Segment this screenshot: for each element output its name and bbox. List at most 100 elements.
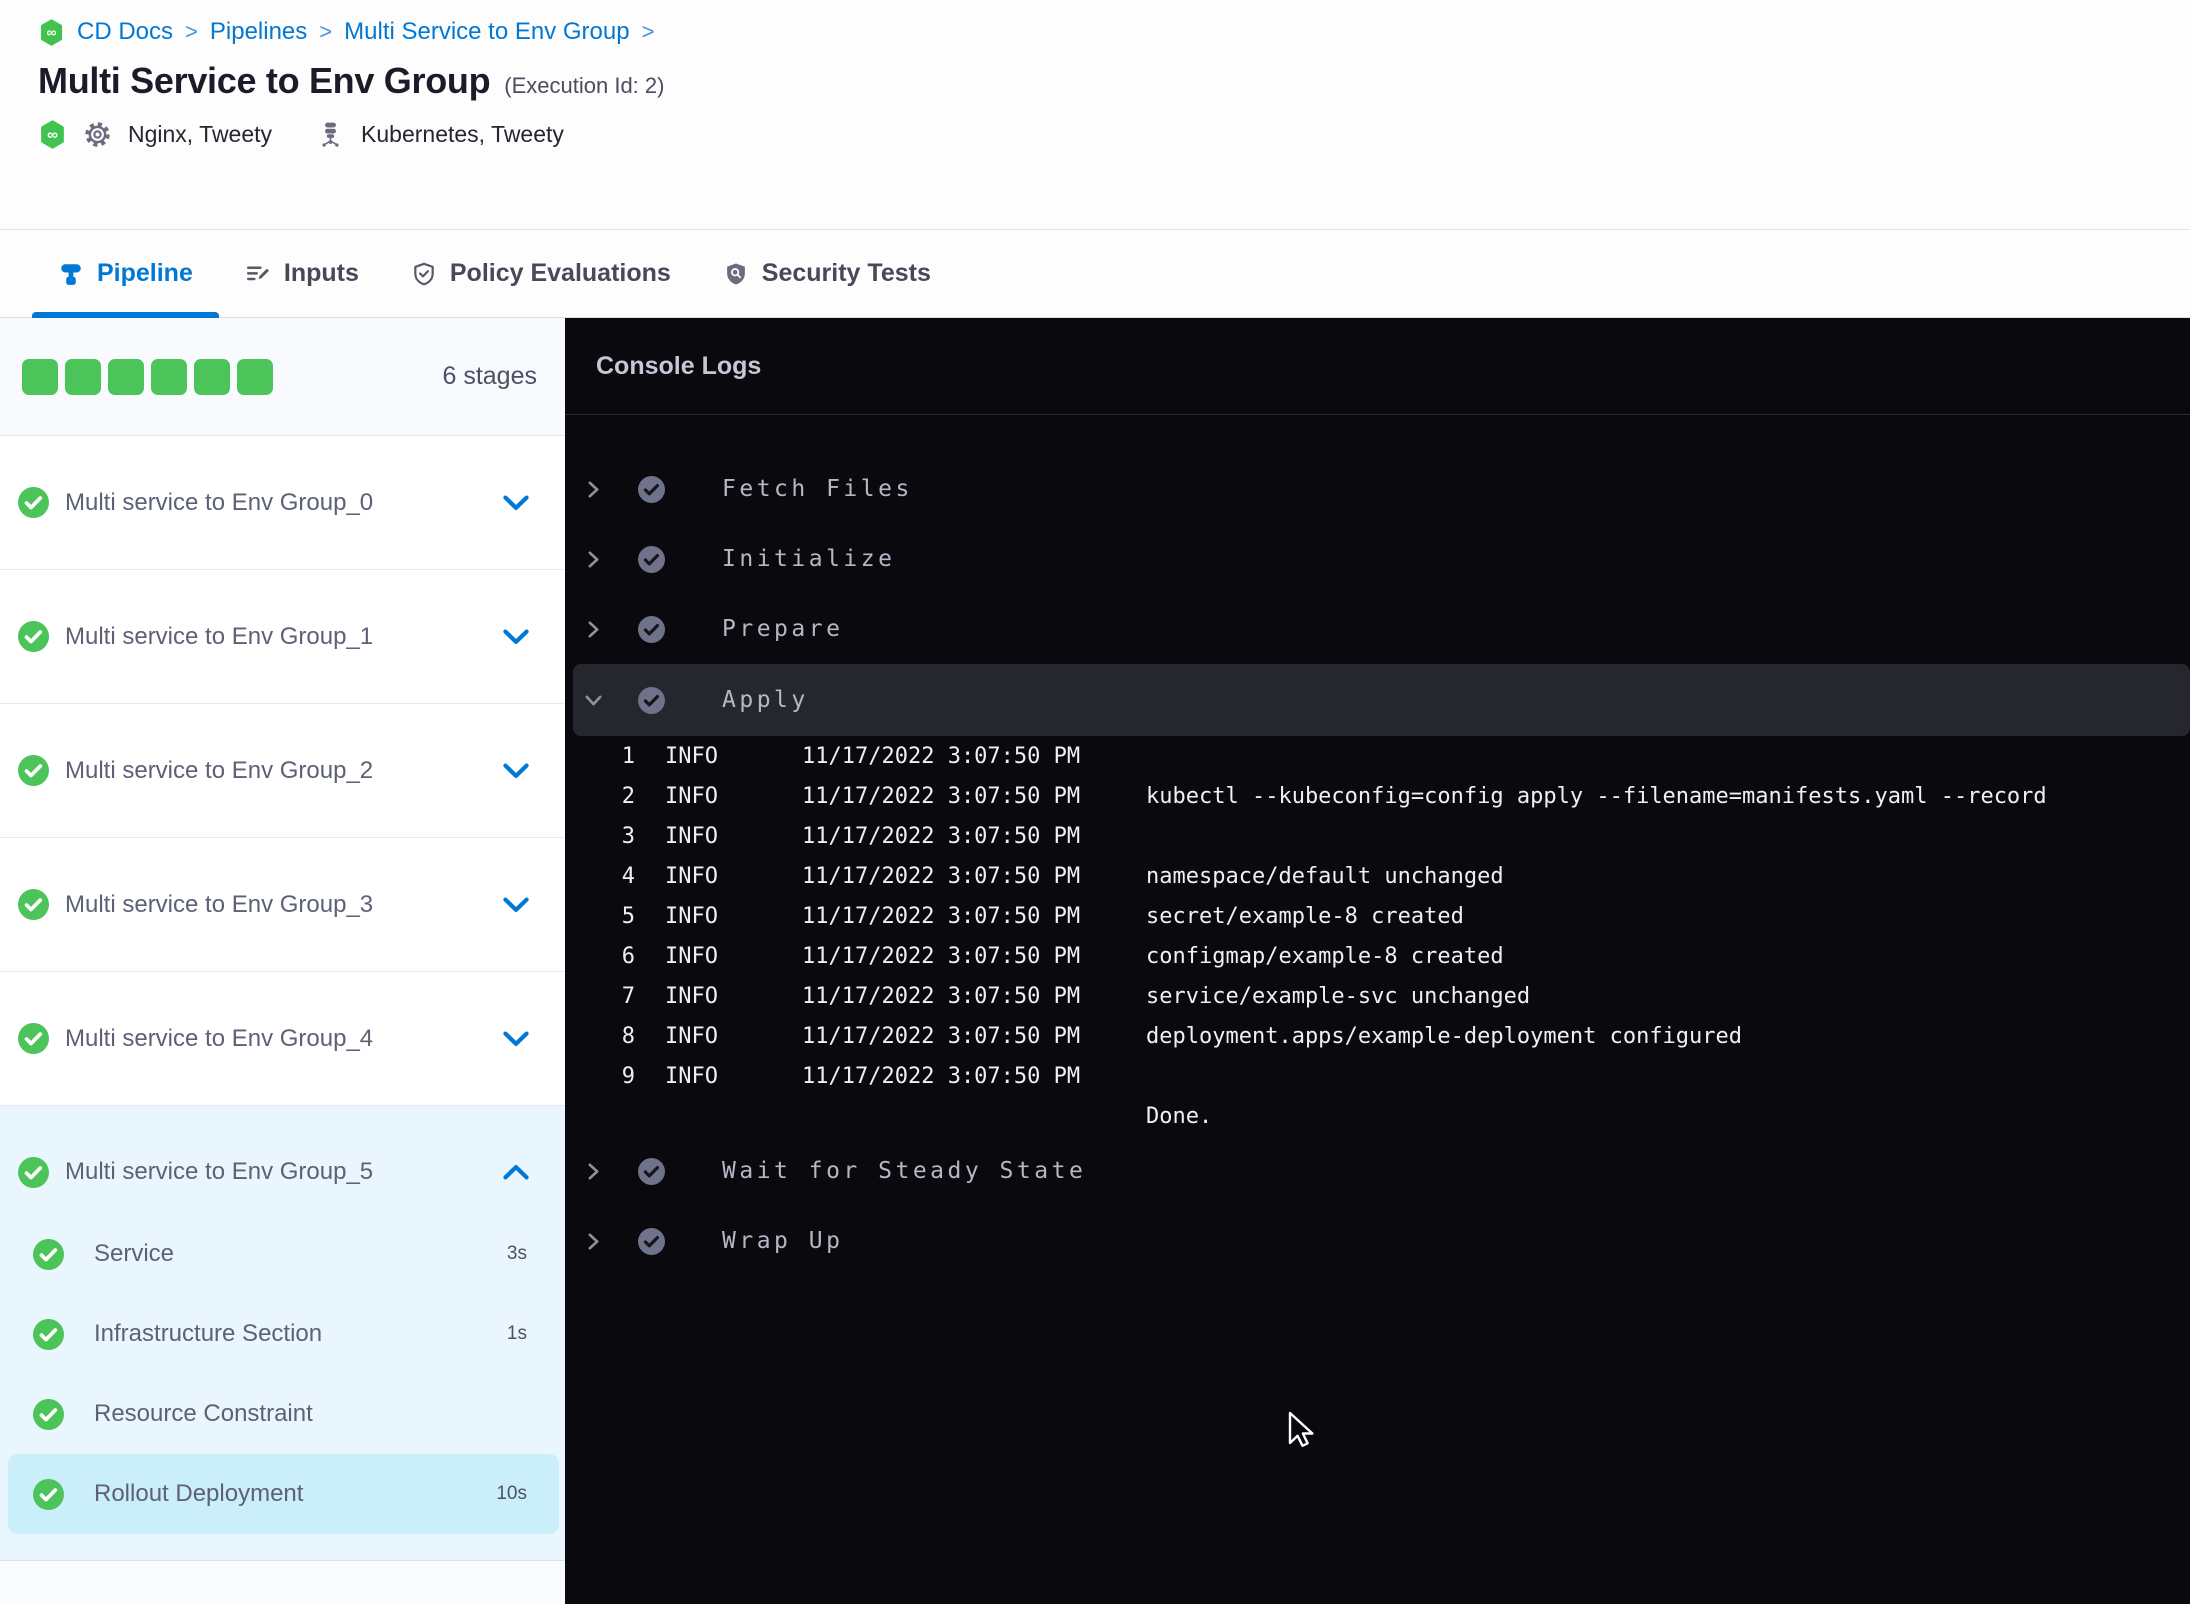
log-level: INFO	[665, 1063, 718, 1089]
inputs-icon	[246, 265, 269, 280]
tab-inputs[interactable]: Inputs	[219, 230, 385, 317]
chevron-down-icon[interactable]	[503, 629, 529, 645]
log-line: 7 INFO 11/17/2022 3:07:50 PM service/exa…	[565, 976, 2190, 1016]
services-label[interactable]: Nginx, Tweety	[128, 121, 272, 148]
console-step-row[interactable]: Wait for Steady State	[565, 1136, 2190, 1206]
log-level: INFO	[665, 943, 718, 969]
stage-progress-square	[194, 358, 230, 395]
breadcrumb-separator: >	[185, 19, 198, 44]
stage-list: Multi service to Env Group_0 Multi servi…	[0, 436, 565, 1560]
execution-tabbar: Pipeline Inputs Policy Evaluations Secur…	[0, 230, 2190, 318]
step-success-check-icon	[638, 1227, 665, 1255]
step-success-check-icon	[638, 475, 665, 503]
stage-row[interactable]: Multi service to Env Group_2	[0, 704, 565, 838]
chevron-right-icon[interactable]	[585, 620, 602, 638]
tab-label: Security Tests	[761, 259, 931, 287]
chevron-right-icon[interactable]	[585, 480, 602, 498]
console-step-row[interactable]: Fetch Files	[565, 454, 2190, 524]
stage-row[interactable]: Multi service to Env Group_0	[0, 436, 565, 570]
stage-row[interactable]: Multi service to Env Group_5	[0, 1106, 565, 1214]
console-step-label: Prepare	[722, 616, 844, 642]
chevron-up-icon[interactable]	[503, 1164, 529, 1180]
step-row[interactable]: Rollout Deployment 10s	[8, 1454, 559, 1534]
breadcrumb-link[interactable]: CD Docs	[77, 18, 173, 46]
step-label: Service	[94, 1240, 175, 1267]
step-label: Resource Constraint	[94, 1400, 313, 1427]
breadcrumb-separator: >	[319, 19, 333, 44]
stages-summary: 6 stages	[0, 318, 565, 436]
log-message: configmap/example-8 created	[1146, 943, 1504, 969]
security-shield-search-icon	[726, 262, 745, 285]
log-level: INFO	[665, 823, 718, 849]
success-check-icon	[33, 1318, 64, 1350]
step-success-check-icon	[638, 1157, 665, 1185]
tab-security-tests[interactable]: Security Tests	[697, 230, 957, 317]
step-duration: 10s	[496, 1483, 527, 1504]
step-row[interactable]: Infrastructure Section 1s	[0, 1294, 565, 1374]
console-step-row[interactable]: Wrap Up	[565, 1206, 2190, 1276]
stage-row[interactable]: Multi service to Env Group_4	[0, 972, 565, 1106]
console-step-row[interactable]: Initialize	[565, 524, 2190, 594]
stage-progress-square	[151, 358, 187, 395]
success-check-icon	[33, 1478, 64, 1510]
mouse-cursor	[1288, 1411, 1314, 1447]
stage-row[interactable]: Multi service to Env Group_3	[0, 838, 565, 972]
chevron-down-icon[interactable]	[585, 692, 602, 709]
chevron-right-icon[interactable]	[585, 1232, 602, 1250]
log-message: secret/example-8 created	[1146, 903, 1464, 929]
expanded-stage: Multi service to Env Group_5 Service 3s …	[0, 1106, 565, 1560]
log-line-number: 1	[621, 743, 635, 769]
step-success-check-icon	[638, 545, 665, 573]
step-row[interactable]: Service 3s	[0, 1214, 565, 1294]
success-check-icon	[18, 1023, 49, 1054]
breadcrumb: ∞ CD Docs > Pipelines > Multi Service to…	[38, 0, 2190, 46]
stage-progress-square	[108, 358, 144, 395]
log-level: INFO	[665, 863, 718, 889]
console-step-label: Apply	[722, 687, 809, 713]
log-timestamp: 11/17/2022 3:07:50 PM	[802, 1063, 1081, 1089]
harness-logo-icon: ∞	[41, 120, 64, 149]
log-line: 4 INFO 11/17/2022 3:07:50 PM namespace/d…	[565, 856, 2190, 896]
stage-progress-square	[65, 358, 101, 395]
chevron-right-icon[interactable]	[585, 550, 602, 568]
success-check-icon	[18, 755, 49, 786]
console-step-label: Fetch Files	[722, 476, 913, 502]
console-step-label: Initialize	[722, 546, 896, 572]
log-line-number: 2	[621, 783, 635, 809]
step-label: Rollout Deployment	[94, 1480, 304, 1507]
chevron-down-icon[interactable]	[503, 763, 529, 779]
breadcrumb-link[interactable]: Pipelines	[210, 18, 307, 46]
svg-text:∞: ∞	[47, 127, 58, 144]
environment-icon	[322, 122, 339, 147]
stage-label: Multi service to Env Group_2	[65, 756, 374, 784]
tab-label: Policy Evaluations	[449, 259, 671, 287]
stage-row[interactable]: Multi service to Env Group_1	[0, 570, 565, 704]
log-line: Done.	[565, 1096, 2190, 1136]
harness-logo-icon: ∞	[40, 18, 63, 46]
tab-policy-evaluations[interactable]: Policy Evaluations	[385, 230, 697, 317]
environments-label[interactable]: Kubernetes, Tweety	[361, 121, 564, 148]
breadcrumb-separator: >	[641, 19, 655, 44]
page-header: ∞ CD Docs > Pipelines > Multi Service to…	[0, 0, 2190, 230]
step-row[interactable]: Resource Constraint	[0, 1374, 565, 1454]
tab-pipeline[interactable]: Pipeline	[32, 230, 219, 318]
chevron-down-icon[interactable]	[503, 495, 529, 511]
sidebar-empty-area	[0, 1560, 565, 1604]
success-check-icon	[33, 1238, 64, 1270]
chevron-down-icon[interactable]	[503, 1031, 529, 1047]
stage-progress-squares	[22, 358, 273, 395]
breadcrumb-link[interactable]: Multi Service to Env Group	[344, 18, 629, 46]
success-check-icon	[18, 1156, 49, 1188]
execution-id-label: (Execution Id: 2)	[504, 73, 665, 98]
log-timestamp: 11/17/2022 3:07:50 PM	[802, 943, 1081, 969]
log-level: INFO	[665, 903, 718, 929]
log-line-number: 5	[621, 903, 635, 929]
console-step-row[interactable]: Apply	[573, 664, 2190, 736]
svg-text:∞: ∞	[46, 24, 56, 40]
chevron-down-icon[interactable]	[503, 897, 529, 913]
console-step-row[interactable]: Prepare	[565, 594, 2190, 664]
log-line-number: 6	[621, 943, 635, 969]
log-message: deployment.apps/example-deployment confi…	[1146, 1023, 1743, 1049]
chevron-right-icon[interactable]	[585, 1162, 602, 1180]
